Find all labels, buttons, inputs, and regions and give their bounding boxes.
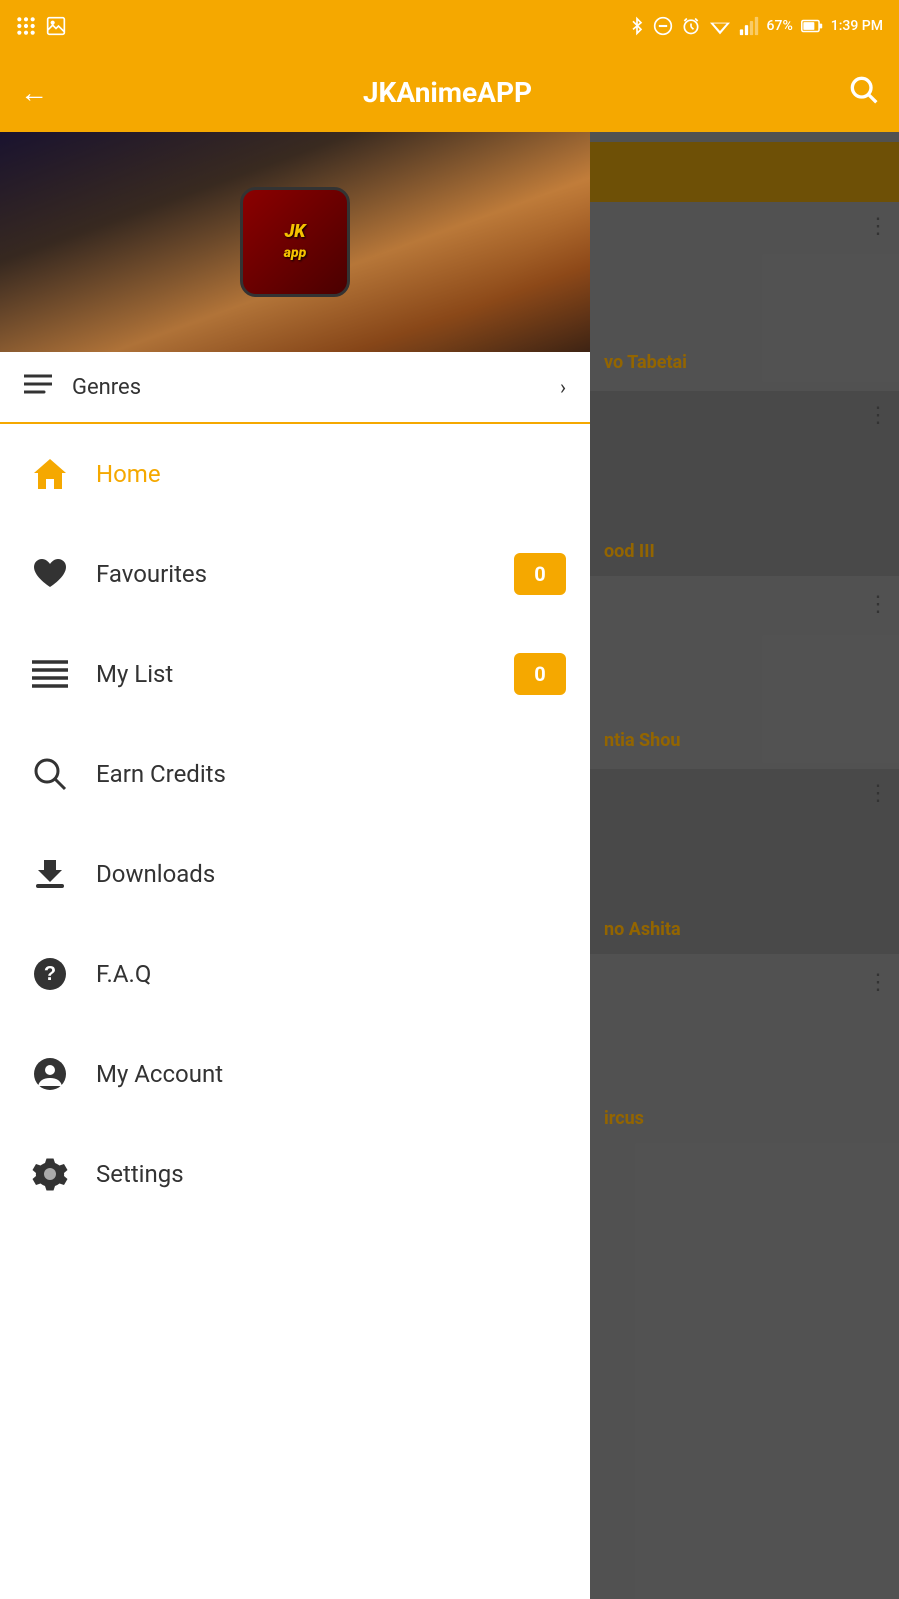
sidebar-item-favourites-label: Favourites [96,560,514,588]
sidebar-item-faq[interactable]: ? F.A.Q [0,924,590,1024]
genres-arrow: › [560,375,566,399]
image-icon [46,16,66,36]
sidebar-banner: JKapp [0,132,590,352]
genres-label: Genres [72,375,560,400]
sidebar-item-favourites[interactable]: Favourites 0 [0,524,590,624]
faq-icon: ? [24,948,76,1000]
search-button[interactable] [847,73,879,112]
list-icon [24,648,76,700]
genres-icon [24,373,52,401]
status-left [16,16,66,36]
alarm-icon [681,16,701,36]
heart-icon [24,548,76,600]
sidebar-item-myaccount[interactable]: My Account [0,1024,590,1124]
wifi-icon [709,16,731,36]
dim-overlay[interactable] [590,132,899,1599]
sidebar-item-earncredits-label: Earn Credits [96,760,566,788]
sidebar-item-mylist-label: My List [96,660,514,688]
sidebar-item-home-label: Home [96,460,566,488]
sidebar-item-faq-label: F.A.Q [96,960,566,988]
svg-text:?: ? [44,963,56,985]
top-bar: ← JKAnimeAPP [0,52,899,132]
genres-item[interactable]: Genres › [0,352,590,424]
right-content: ⋮ vo Tabetai ⋮ ood III ⋮ ntia Shou ⋮ no … [590,132,899,1599]
mylist-badge: 0 [514,653,566,695]
bluetooth-icon [629,16,645,36]
battery-icon [801,18,823,34]
battery-percent: 67% [767,18,793,34]
favourites-badge: 0 [514,553,566,595]
main-layout: JKapp Genres › Home [0,132,899,1599]
home-icon [24,448,76,500]
status-right: 67% 1:39 PM [629,16,883,36]
minus-icon [653,16,673,36]
myaccount-icon [24,1048,76,1100]
download-icon [24,848,76,900]
sidebar-item-earncredits[interactable]: Earn Credits [0,724,590,824]
app-title: JKAnimeAPP [68,76,827,109]
sidebar-item-settings-label: Settings [96,1160,566,1188]
earncredits-icon [24,748,76,800]
back-button[interactable]: ← [20,76,48,109]
grid-icon [16,16,36,36]
sidebar-item-settings[interactable]: Settings [0,1124,590,1224]
sidebar-item-downloads-label: Downloads [96,860,566,888]
sidebar-item-downloads[interactable]: Downloads [0,824,590,924]
status-bar: 67% 1:39 PM [0,0,899,52]
signal-icon [739,16,759,36]
sidebar-item-home[interactable]: Home [0,424,590,524]
sidebar: JKapp Genres › Home [0,132,590,1599]
app-logo: JKapp [240,187,350,297]
settings-icon [24,1148,76,1200]
sidebar-item-mylist[interactable]: My List 0 [0,624,590,724]
time-display: 1:39 PM [831,18,883,34]
sidebar-item-myaccount-label: My Account [96,1060,566,1088]
